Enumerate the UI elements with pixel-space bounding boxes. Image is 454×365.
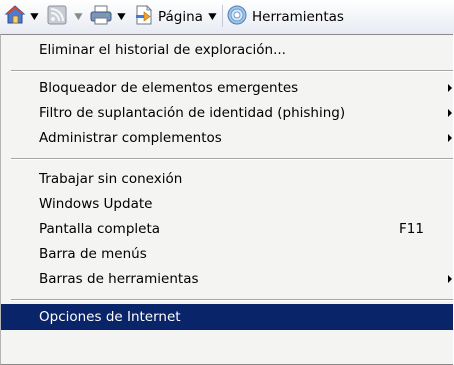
page-menu-button[interactable]: Página ▼ [134, 0, 217, 34]
gear-icon [226, 4, 248, 30]
menu-item-phishing-filter[interactable]: Filtro de suplantación de identidad (phi… [1, 100, 453, 126]
print-icon [89, 3, 113, 31]
feeds-dropdown-button[interactable]: ▼ [74, 0, 83, 34]
menu-item-label: Administrar complementos [39, 130, 222, 146]
print-dropdown-button[interactable]: ▼ [117, 0, 126, 34]
home-icon [4, 4, 26, 30]
chevron-down-icon: ▼ [74, 12, 83, 22]
feeds-button[interactable] [45, 0, 69, 34]
menu-item-full-screen[interactable]: Pantalla completa F11 [1, 216, 453, 242]
home-dropdown-button[interactable]: ▼ [30, 0, 39, 34]
menu-item-label: Barras de herramientas [39, 271, 199, 287]
menu-separator [11, 299, 453, 301]
tools-menu-button[interactable]: Herramientas [226, 0, 344, 34]
page-menu-label: Página [158, 9, 203, 25]
page-icon [134, 4, 154, 30]
tools-menu-label: Herramientas [252, 9, 344, 25]
menu-item-windows-update[interactable]: Windows Update [1, 191, 453, 217]
menu-item-label: Pantalla completa [39, 221, 161, 237]
menu-item-label: Barra de menús [39, 246, 147, 262]
menu-item-internet-options[interactable]: Opciones de Internet [1, 304, 453, 330]
submenu-arrow-icon [448, 109, 452, 117]
home-button[interactable] [4, 0, 26, 34]
command-bar: ▼ ▼ ▼ Página ▼ Herramientas [0, 0, 454, 34]
toolbar-divider [222, 5, 223, 27]
menu-item-work-offline[interactable]: Trabajar sin conexión [1, 166, 453, 192]
print-button[interactable] [89, 0, 113, 34]
menu-item-toolbars[interactable]: Barras de herramientas [1, 266, 453, 292]
menu-item-label: Bloqueador de elementos emergentes [39, 80, 299, 96]
submenu-arrow-icon [448, 134, 452, 142]
chevron-down-icon: ▼ [208, 12, 217, 22]
menu-item-label: Filtro de suplantación de identidad (phi… [39, 105, 346, 121]
menu-separator [11, 158, 453, 160]
submenu-arrow-icon [448, 275, 452, 283]
menu-item-label: Trabajar sin conexión [39, 171, 183, 187]
chevron-down-icon: ▼ [117, 12, 126, 22]
menu-item-popup-blocker[interactable]: Bloqueador de elementos emergentes [1, 75, 453, 101]
menu-item-label: Eliminar el historial de exploración... [39, 42, 286, 58]
submenu-arrow-icon [448, 84, 452, 92]
feeds-icon [45, 3, 69, 31]
menu-item-label: Windows Update [39, 196, 153, 212]
menu-item-label: Opciones de Internet [39, 309, 181, 325]
menu-item-manage-addons[interactable]: Administrar complementos [1, 125, 453, 151]
chevron-down-icon: ▼ [30, 12, 39, 22]
menu-item-menu-bar[interactable]: Barra de menús [1, 241, 453, 267]
menu-item-shortcut: F11 [399, 221, 424, 237]
tools-dropdown-menu: Eliminar el historial de exploración... … [0, 34, 453, 365]
menu-separator [11, 70, 453, 72]
menu-item-delete-history[interactable]: Eliminar el historial de exploración... [1, 37, 453, 63]
